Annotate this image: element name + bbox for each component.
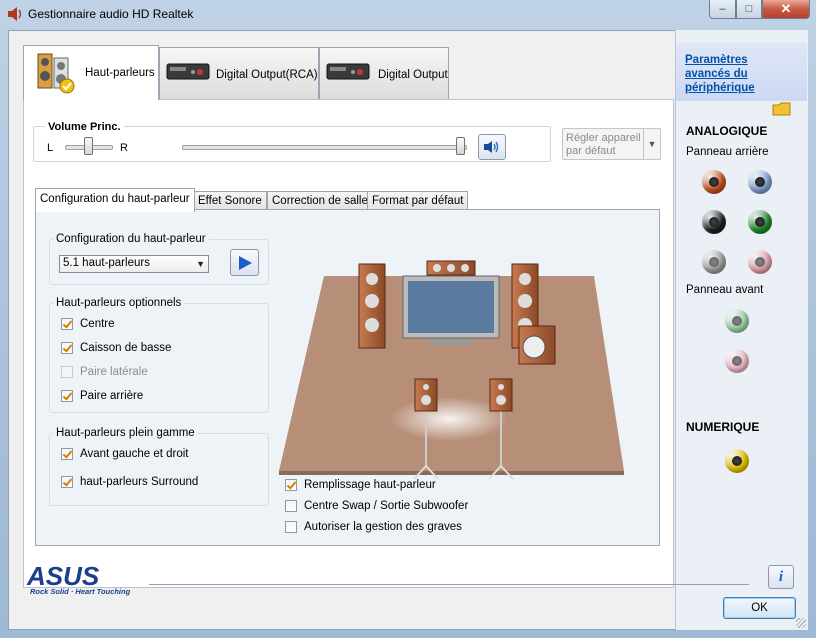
device-icon — [326, 63, 370, 80]
tab-digital-output[interactable]: Digital Output — [319, 47, 449, 99]
config-group-title: Configuration du haut-parleur — [53, 233, 209, 245]
balance-left-label: L — [47, 142, 54, 154]
fullrange-group-title: Haut-parleurs plein gamme — [53, 427, 198, 439]
front-jack-pink[interactable] — [725, 349, 749, 373]
rear-jack-pink[interactable] — [748, 250, 772, 274]
minimize-button[interactable]: – — [709, 0, 736, 19]
window-title: Gestionnaire audio HD Realtek — [28, 7, 194, 21]
optional-speaker-row[interactable]: Caisson de basse — [61, 342, 171, 354]
tab-label: Digital Output(RCA) — [216, 69, 318, 81]
checkbox[interactable] — [61, 318, 73, 330]
speaker-config-select[interactable]: 5.1 haut-parleurs ▼ — [59, 255, 209, 273]
speaker-config-value: 5.1 haut-parleurs — [63, 257, 150, 269]
maximize-button[interactable]: □ — [736, 0, 762, 19]
fullrange-speaker-row[interactable]: haut-parleurs Surround — [61, 476, 198, 488]
optional-group-title: Haut-parleurs optionnels — [53, 297, 185, 309]
volume-track[interactable] — [182, 145, 467, 150]
checkbox-label: haut-parleurs Surround — [80, 476, 199, 488]
device-icon — [166, 63, 210, 80]
tab-digital-output-rca[interactable]: Digital Output(RCA) — [159, 47, 319, 99]
tab-label: Haut-parleurs — [85, 67, 155, 79]
tab-sound-effect[interactable]: Effet Sonore — [193, 191, 267, 210]
speaker-option-row[interactable]: Remplissage haut-parleur — [285, 479, 436, 491]
checkbox[interactable] — [285, 521, 297, 533]
brand-text: ASUS — [26, 563, 100, 589]
set-default-label: Régler appareil par défaut — [566, 132, 641, 157]
checkbox-label: Autoriser la gestion des graves — [304, 521, 462, 533]
optional-speaker-row[interactable]: Centre — [61, 318, 115, 330]
front-jack-green[interactable] — [725, 309, 749, 333]
tab-room-correction[interactable]: Correction de salle — [267, 191, 373, 210]
tab-default-format[interactable]: Format par défaut — [367, 191, 469, 210]
speaker-option-row[interactable]: Autoriser la gestion des graves — [285, 521, 462, 533]
client-area: Haut-parleurs Digital Output(RCA) Digita… — [8, 30, 808, 630]
footer-divider — [149, 584, 749, 585]
optional-speaker-row: Paire latérale — [61, 366, 148, 378]
tab-haut-parleurs[interactable]: Haut-parleurs — [23, 45, 159, 100]
tab-speaker-configuration[interactable]: Configuration du haut-parleur — [35, 188, 195, 212]
front-panel-label: Panneau avant — [686, 284, 764, 296]
checkbox-label: Paire latérale — [80, 366, 148, 378]
rear-jack-black[interactable] — [702, 210, 726, 234]
checkbox-label: Centre — [80, 318, 115, 330]
speaker-room-illustration — [279, 260, 624, 480]
chevron-down-icon: ▼ — [196, 259, 205, 269]
checkbox-label: Centre Swap / Sortie Subwoofer — [304, 500, 469, 512]
speaker-volume-icon — [484, 141, 499, 153]
volume-title: Volume Princ. — [45, 121, 124, 133]
asus-tagline: Rock Solid · Heart Touching — [30, 587, 131, 596]
volume-slider-thumb[interactable] — [456, 137, 465, 155]
optional-speaker-row[interactable]: Paire arrière — [61, 390, 143, 402]
checkbox[interactable] — [285, 479, 297, 491]
digital-heading: NUMERIQUE — [686, 420, 760, 434]
set-default-device-button[interactable]: Régler appareil par défaut ▼ — [562, 128, 661, 160]
advanced-settings-link[interactable]: Paramètres avancés du périphérique — [685, 53, 795, 95]
close-button[interactable]: ✕ — [762, 0, 810, 19]
info-button[interactable]: i — [768, 565, 794, 589]
ok-button[interactable]: OK — [723, 597, 796, 619]
fullrange-speakers-group — [49, 433, 269, 506]
checkbox-label: Paire arrière — [80, 390, 144, 402]
analog-heading: ANALOGIQUE — [686, 124, 768, 138]
checkbox-label: Avant gauche et droit — [80, 448, 189, 460]
spdif-jack[interactable] — [725, 449, 749, 473]
play-icon — [238, 255, 252, 270]
checkbox-label: Caisson de basse — [80, 342, 172, 354]
mute-button[interactable] — [478, 134, 506, 160]
tab-label: Digital Output — [378, 69, 448, 81]
audio-manager-window: Gestionnaire audio HD Realtek – □ ✕ Haut… — [0, 0, 816, 638]
rear-jack-green[interactable] — [748, 210, 772, 234]
speaker-option-row[interactable]: Centre Swap / Sortie Subwoofer — [285, 500, 468, 512]
checkbox[interactable] — [285, 500, 297, 512]
checkbox[interactable] — [61, 476, 73, 488]
checkbox[interactable] — [61, 390, 73, 402]
speakers-icon — [37, 53, 75, 94]
rear-jack-blue[interactable] — [748, 170, 772, 194]
checkbox[interactable] — [61, 448, 73, 460]
balance-right-label: R — [120, 142, 128, 154]
play-test-button[interactable] — [230, 249, 259, 276]
fullrange-speaker-row[interactable]: Avant gauche et droit — [61, 448, 188, 460]
rear-panel-label: Panneau arrière — [686, 146, 769, 158]
chevron-down-icon: ▼ — [643, 129, 660, 159]
speaker-icon — [8, 7, 22, 21]
checkbox[interactable] — [61, 342, 73, 354]
rear-jack-grey[interactable] — [702, 250, 726, 274]
rear-jack-orange[interactable] — [702, 170, 726, 194]
folder-icon[interactable] — [772, 101, 792, 117]
info-icon: i — [778, 568, 784, 585]
resize-grip[interactable] — [796, 618, 806, 628]
title-bar[interactable]: Gestionnaire audio HD Realtek – □ ✕ — [0, 0, 816, 28]
checkbox-label: Remplissage haut-parleur — [304, 479, 436, 491]
balance-slider-thumb[interactable] — [84, 137, 93, 155]
checkbox — [61, 366, 73, 378]
